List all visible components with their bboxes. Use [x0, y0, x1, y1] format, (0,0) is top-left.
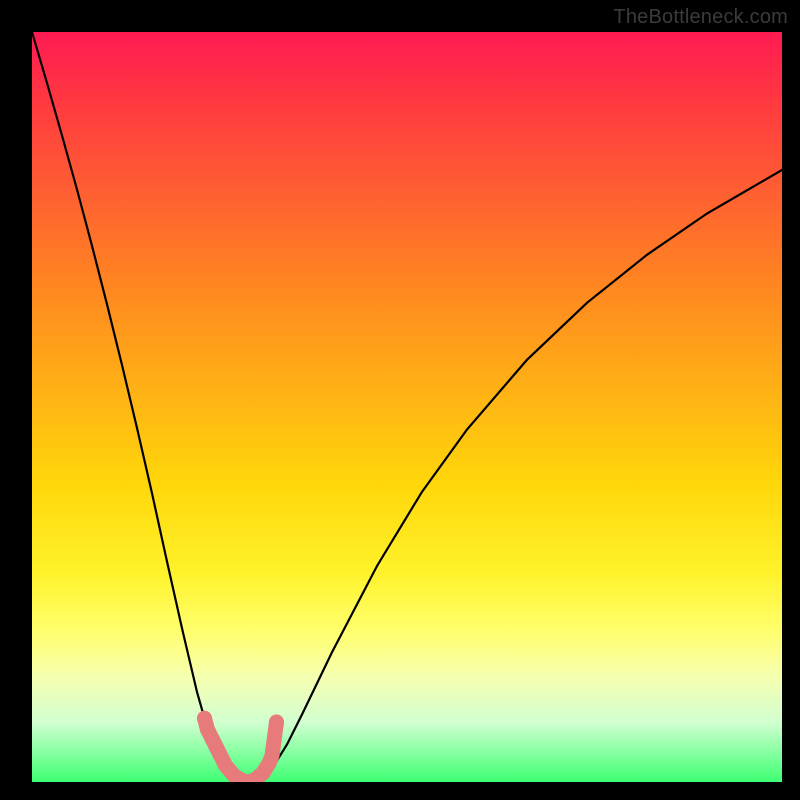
bead-dot — [269, 715, 284, 730]
bead-dot — [200, 722, 215, 737]
chart-frame: TheBottleneck.com — [0, 0, 800, 800]
watermark-text: TheBottleneck.com — [613, 6, 788, 29]
bottleneck-curve — [32, 32, 782, 782]
chart-svg — [32, 32, 782, 782]
bead-path — [205, 718, 277, 782]
bead-markers — [197, 711, 284, 782]
plot-area — [32, 32, 782, 782]
